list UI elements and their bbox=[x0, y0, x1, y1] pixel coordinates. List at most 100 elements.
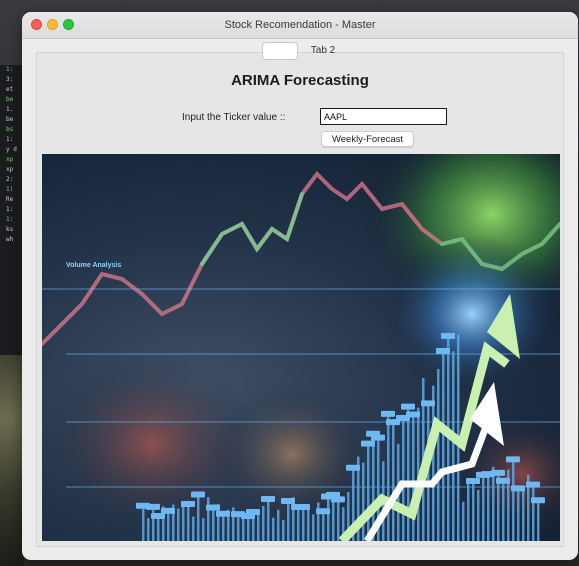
volume-bar bbox=[477, 489, 480, 541]
volume-tag bbox=[371, 434, 385, 441]
volume-bar bbox=[362, 462, 365, 541]
volume-bar bbox=[247, 519, 250, 541]
volume-bar bbox=[492, 466, 495, 541]
volume-bar bbox=[332, 497, 335, 541]
volume-tag bbox=[381, 410, 395, 417]
volume-bar bbox=[142, 508, 145, 541]
background-terminal: 1: 3: et be 1. be bs 1: y d xp xp 2: 1) Re 1: 1: ks wh bbox=[0, 65, 24, 355]
volume-bar bbox=[262, 505, 265, 541]
volume-bar bbox=[187, 506, 190, 541]
volume-tag bbox=[206, 504, 220, 511]
volume-bar bbox=[182, 504, 185, 541]
volume-bar bbox=[237, 517, 240, 541]
volume-tag bbox=[436, 348, 450, 355]
volume-bar bbox=[407, 409, 410, 541]
ticker-input[interactable] bbox=[320, 108, 447, 125]
volume-tag bbox=[316, 508, 330, 515]
volume-bar bbox=[432, 385, 435, 541]
volume-tag bbox=[466, 478, 480, 485]
volume-bar bbox=[267, 502, 270, 541]
volume-tag bbox=[421, 400, 435, 407]
volume-tag bbox=[406, 411, 420, 418]
volume-bar bbox=[322, 514, 325, 541]
volume-tag bbox=[151, 513, 165, 520]
stock-chart-image: Volume Analysis bbox=[42, 154, 560, 541]
volume-tag bbox=[191, 491, 205, 498]
tab-bar: Tab 2 bbox=[262, 42, 348, 60]
volume-bar bbox=[367, 446, 370, 541]
weekly-forecast-button[interactable]: Weekly-Forecast bbox=[321, 131, 414, 147]
tab-2[interactable]: Tab 2 bbox=[298, 42, 348, 60]
volume-bar bbox=[482, 477, 485, 541]
volume-tag bbox=[441, 332, 455, 339]
volume-bar bbox=[412, 417, 415, 541]
volume-tag bbox=[146, 503, 160, 510]
volume-bar bbox=[442, 354, 445, 541]
volume-bar bbox=[157, 519, 160, 541]
volume-bar bbox=[467, 480, 470, 541]
volume-bar bbox=[192, 516, 195, 541]
volume-tag bbox=[506, 456, 520, 463]
volume-tag bbox=[261, 496, 275, 503]
volume-tag bbox=[246, 509, 260, 516]
volume-bar bbox=[387, 416, 390, 541]
volume-bar bbox=[197, 497, 200, 541]
volume-bar bbox=[297, 510, 300, 541]
volume-bar bbox=[437, 368, 440, 541]
volume-tag bbox=[496, 477, 510, 484]
volume-bar bbox=[532, 487, 535, 541]
volume-bar bbox=[202, 517, 205, 541]
volume-bar bbox=[487, 477, 490, 541]
volume-tag bbox=[491, 469, 505, 476]
volume-bar bbox=[167, 513, 170, 541]
volume-bar bbox=[327, 499, 330, 541]
volume-tag bbox=[361, 440, 375, 447]
volume-bar bbox=[307, 509, 310, 541]
volume-bar bbox=[497, 475, 500, 541]
app-window: Stock Recomendation - Master Tab 2 ARIMA… bbox=[22, 12, 578, 560]
volume-bar bbox=[312, 514, 315, 541]
volume-bar bbox=[302, 510, 305, 541]
volume-bar bbox=[317, 502, 320, 541]
volume-bar bbox=[447, 338, 450, 541]
volume-tag bbox=[161, 507, 175, 514]
volume-bar bbox=[537, 503, 540, 541]
volume-tag bbox=[401, 403, 415, 410]
ticker-input-label: Input the Ticker value :: bbox=[182, 112, 286, 123]
volume-bar bbox=[502, 483, 505, 541]
volume-bar bbox=[277, 509, 280, 541]
volume-tag bbox=[181, 500, 195, 507]
volume-bar bbox=[512, 462, 515, 541]
volume-tag bbox=[331, 496, 345, 503]
volume-bar bbox=[272, 517, 275, 541]
volume-tag bbox=[346, 464, 360, 471]
volume-tag bbox=[511, 485, 525, 492]
volume-bar bbox=[222, 516, 225, 541]
volume-bar bbox=[207, 497, 210, 541]
volume-bar bbox=[282, 519, 285, 541]
volume-tag bbox=[216, 510, 230, 517]
volume-analysis-label: Volume Analysis bbox=[66, 262, 122, 269]
desktop-background: 1: 3: et be 1. be bs 1: y d xp xp 2: 1) Re 1: 1: ks wh St… bbox=[0, 0, 579, 566]
volume-bar bbox=[212, 510, 215, 541]
volume-bar bbox=[472, 484, 475, 541]
volume-tag bbox=[281, 497, 295, 504]
volume-bar bbox=[177, 508, 180, 541]
volume-bar bbox=[337, 502, 340, 541]
volume-bar bbox=[452, 351, 455, 541]
stock-image-graphic bbox=[42, 154, 560, 541]
volume-tag bbox=[526, 481, 540, 488]
desktop-wallpaper bbox=[0, 355, 24, 566]
window-title: Stock Recomendation - Master bbox=[224, 19, 376, 31]
page-title: ARIMA Forecasting bbox=[231, 72, 369, 89]
volume-bar bbox=[517, 491, 520, 541]
volume-tag bbox=[296, 504, 310, 511]
tab-1[interactable] bbox=[262, 42, 298, 60]
volume-bar bbox=[287, 503, 290, 541]
volume-bar bbox=[522, 485, 525, 541]
volume-tag bbox=[531, 497, 545, 504]
volume-bar bbox=[392, 425, 395, 541]
volume-bar bbox=[462, 501, 465, 541]
volume-bar bbox=[147, 518, 150, 541]
title-bar[interactable]: Stock Recomendation - Master bbox=[22, 12, 578, 39]
